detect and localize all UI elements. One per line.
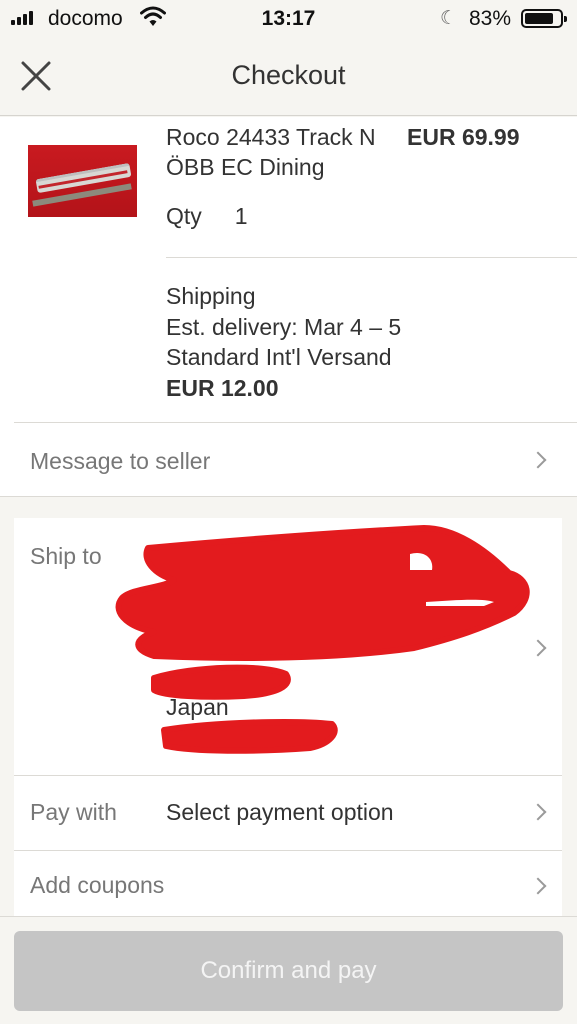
bottom-bar: Confirm and pay: [0, 916, 577, 1024]
battery-fill: [525, 13, 554, 24]
add-coupons-label: Add coupons: [30, 872, 165, 898]
page-title: Checkout: [231, 60, 346, 90]
message-to-seller-row[interactable]: Message to seller: [0, 423, 577, 497]
delivery-estimate: Est. delivery: Mar 4 – 5: [166, 313, 402, 340]
item-title[interactable]: Roco 24433 Track N ÖBB EC Dining: [166, 122, 396, 182]
pay-with-label: Pay with: [30, 799, 117, 825]
item-thumbnail[interactable]: [28, 145, 137, 217]
status-bar: docomo 13:17 ☾ 83%: [0, 0, 577, 40]
shipping-label: Shipping: [166, 283, 256, 309]
quantity[interactable]: Qty 1: [166, 203, 248, 230]
confirm-and-pay-button[interactable]: Confirm and pay: [14, 931, 563, 1011]
moon-icon: ☾: [440, 8, 458, 29]
message-to-seller-label: Message to seller: [30, 448, 211, 474]
chevron-right-icon: [529, 877, 547, 895]
pay-with-row[interactable]: Pay with Select payment option: [14, 776, 562, 850]
shipping-method: Standard Int'l Versand: [166, 344, 392, 370]
chevron-right-icon: [529, 803, 547, 821]
qty-value: 1: [234, 203, 248, 229]
nav-bar: Checkout: [0, 40, 577, 116]
item-section: Roco 24433 Track N ÖBB EC Dining EUR 69.…: [0, 117, 577, 497]
chevron-right-icon: [529, 451, 547, 469]
payment-option-value: Select payment option: [166, 799, 394, 825]
ship-to-row[interactable]: Ship to Japan: [14, 518, 562, 775]
divider: [166, 257, 577, 258]
shipping-cost: EUR 12.00: [166, 374, 279, 401]
add-coupons-row[interactable]: Add coupons: [14, 851, 562, 918]
checkout-details-card: Ship to Japan Pay with Select payment op…: [14, 518, 562, 918]
address-redaction: [115, 525, 530, 754]
qty-label: Qty: [166, 203, 202, 229]
battery-icon: [521, 9, 567, 28]
item-price: EUR 69.99: [407, 124, 520, 150]
battery-percent: 83%: [469, 7, 512, 30]
shipping-info[interactable]: Shipping Est. delivery: Mar 4 – 5 Standa…: [166, 281, 401, 403]
